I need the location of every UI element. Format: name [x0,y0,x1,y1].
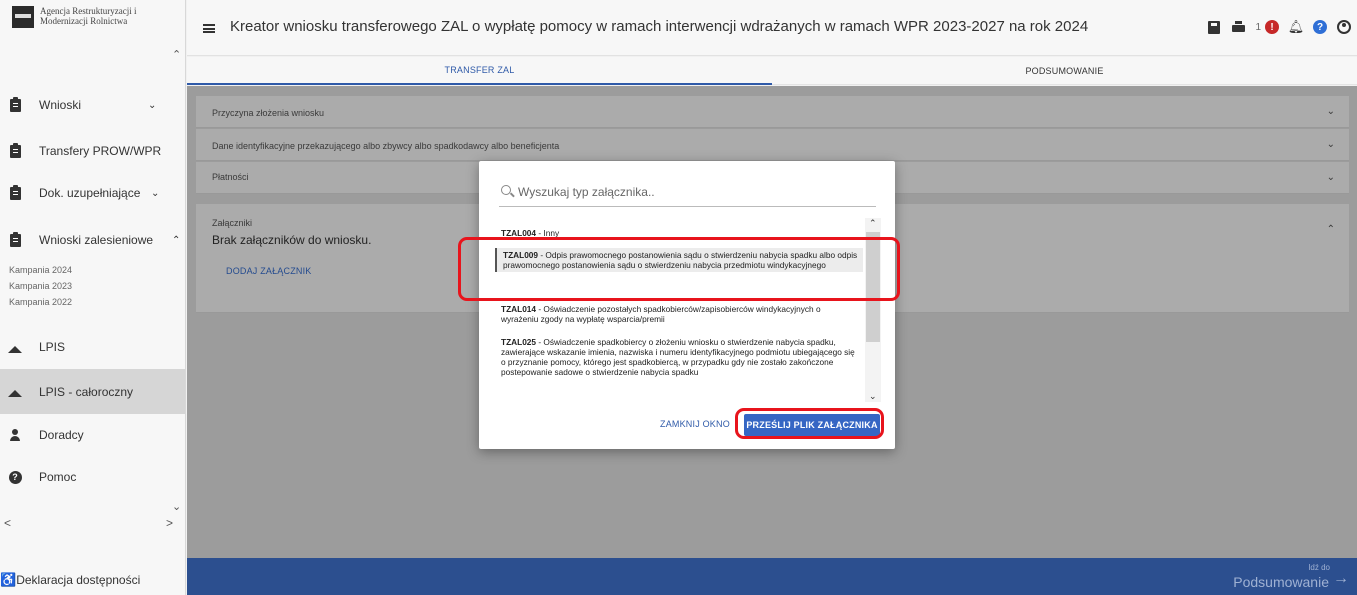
sidebar-item-lpis[interactable]: LPIS [0,327,185,367]
option-code: TZAL025 [501,337,537,347]
person-icon [8,428,22,442]
user-account-icon[interactable] [1337,20,1351,34]
panel-title: Przyczyna złożenia wniosku [212,108,325,118]
option-text: - Oświadczenie pozostałych spadkobierców… [501,304,821,324]
help-icon: ? [8,470,22,484]
sidebar-item-label: Dok. uzupełniające [39,186,141,200]
top-bar: Kreator wniosku transferowego ZAL o wypł… [187,0,1357,56]
sidebar-item-label: Transfery PROW/WPR [39,144,162,158]
sidebar-subitem-kampania-2024[interactable]: Kampania 2024 [9,265,72,275]
sidebar-subitem-kampania-2022[interactable]: Kampania 2022 [9,297,72,307]
arimr-logo-icon [12,6,34,28]
chevron-up-icon[interactable]: ⌃ [1327,224,1335,235]
sidebar-item-label: LPIS - całoroczny [39,384,134,399]
sidebar-item-transfery[interactable]: Transfery PROW/WPR [0,131,185,171]
list-item-tzal014[interactable]: TZAL014 - Oświadczenie pozostałych spadk… [495,302,863,326]
panel-title[interactable]: Załączniki [212,218,252,228]
logo-text: Agencja Restrukturyzacji i Modernizacji … [40,6,137,26]
accessibility-icon: ♿ [0,571,17,587]
sidebar-item-dok-uzupelniajace[interactable]: Dok. uzupełniające ⌄ [0,173,185,213]
help-icon[interactable]: ? [1313,20,1327,34]
search-icon [501,185,511,195]
chevron-down-icon: ⌄ [1326,139,1335,150]
search-input[interactable] [518,183,868,201]
sidebar-item-label: Wnioski zalesieniowe [39,233,154,247]
goto-label: Idź do [1308,563,1330,572]
tab-transfer-zal[interactable]: TRANSFER ZAL [187,57,772,85]
mountain-icon [8,340,22,354]
scroll-down-icon[interactable]: ⌄ [869,391,877,402]
chevron-down-icon: ⌄ [151,187,160,199]
sidebar-horizontal-scrollbar[interactable]: < > [0,516,185,532]
sidebar-scroll-up-icon[interactable]: ⌃ [172,48,181,61]
panel-dane-identyfikacyjne[interactable]: Dane identyfikacyjne przekazującego albo… [196,129,1349,161]
scroll-right-icon[interactable]: > [166,516,173,530]
sidebar-item-wnioski-zalesieniowe[interactable]: Wnioski zalesieniowe ⌃ [0,220,185,260]
sidebar-item-pomoc[interactable]: ? Pomoc [0,457,185,497]
sidebar-item-deklaracja[interactable]: ♿ Deklaracja dostępności [0,564,185,595]
list-item-tzal004[interactable]: TZAL004 - Inny [495,226,863,240]
panel-title: Dane identyfikacyjne przekazującego albo… [212,141,560,151]
option-code: TZAL004 [501,228,537,238]
option-text: - Odpis prawomocnego postanowienia sądu … [503,250,858,270]
option-code: TZAL014 [501,304,537,314]
attachment-type-list: TZAL004 - Inny TZAL009 - Odpis prawomocn… [495,218,881,402]
sidebar: Agencja Restrukturyzacji i Modernizacji … [0,0,186,595]
close-dialog-button[interactable]: ZAMKNIJ OKNO [660,419,730,429]
save-icon[interactable] [1207,20,1221,34]
option-text: - Oświadczenie spadkobiercy o złożeniu w… [501,337,855,377]
list-item-tzal025[interactable]: TZAL025 - Oświadczenie spadkobiercy o zł… [495,335,863,379]
logo[interactable]: Agencja Restrukturyzacji i Modernizacji … [12,6,170,28]
tab-podsumowanie[interactable]: PODSUMOWANIE [772,57,1357,85]
search-field [499,179,876,207]
add-attachment-link[interactable]: DODAJ ZAŁĄCZNIK [226,266,312,276]
sidebar-scroll-down-icon[interactable]: ⌄ [172,500,181,513]
tab-bar: TRANSFER ZAL PODSUMOWANIE [187,57,1357,85]
toolbar-icons: 1 ! 🔔︎ ? [1207,19,1351,34]
goto-summary-label: Podsumowanie [1233,574,1329,590]
sidebar-item-lpis-caloroczny[interactable]: LPIS - całoroczny [0,369,185,414]
clipboard-icon [8,142,22,158]
sidebar-item-label: LPIS [39,340,66,354]
option-text: - Inny [536,228,560,238]
print-icon[interactable] [1231,20,1245,34]
arrow-right-icon: → [1333,570,1349,587]
page-title: Kreator wniosku transferowego ZAL o wypł… [230,18,1089,35]
attachment-type-dialog: TZAL004 - Inny TZAL009 - Odpis prawomocn… [479,161,895,449]
chevron-down-icon: ⌄ [1326,106,1335,117]
chevron-up-icon: ⌃ [172,234,181,246]
sidebar-item-label: Pomoc [39,470,77,484]
chevron-down-icon: ⌄ [1326,172,1335,183]
panel-title: Płatności [212,172,249,182]
sidebar-subitem-kampania-2023[interactable]: Kampania 2023 [9,281,72,291]
bell-icon[interactable]: 🔔︎ [1288,19,1305,34]
upload-attachment-button[interactable]: PRZEŚLIJ PLIK ZAŁĄCZNIKA [744,414,880,436]
scroll-left-icon[interactable]: < [4,516,11,530]
clipboard-icon [8,184,22,200]
panel-przyczyna[interactable]: Przyczyna złożenia wniosku ⌄ [196,96,1349,128]
sidebar-item-wnioski[interactable]: Wnioski ⌄ [0,85,185,125]
sidebar-item-label: Doradcy [39,428,84,442]
list-item-tzal009[interactable]: TZAL009 - Odpis prawomocnego postanowien… [495,248,863,272]
clipboard-icon [8,96,22,112]
scroll-up-icon[interactable]: ⌃ [869,218,877,229]
mountain-icon [8,385,22,399]
scrollbar-thumb[interactable] [866,232,880,342]
sidebar-item-label: Wnioski [39,98,82,112]
notification-count: 1 [1255,21,1261,33]
no-attachments-text: Brak załączników do wniosku. [212,233,372,247]
option-code: TZAL009 [503,250,539,260]
bottom-nav-bar[interactable]: Idź do Podsumowanie → [187,558,1357,595]
clipboard-icon [8,231,22,247]
list-scrollbar[interactable]: ⌃ ⌄ [865,218,881,402]
chevron-down-icon: ⌄ [148,99,157,111]
sidebar-item-doradcy[interactable]: Doradcy [0,415,185,455]
menu-icon[interactable] [203,24,215,33]
sidebar-footer-label: Deklaracja dostępności [16,572,141,587]
alert-icon[interactable]: ! [1265,20,1279,34]
